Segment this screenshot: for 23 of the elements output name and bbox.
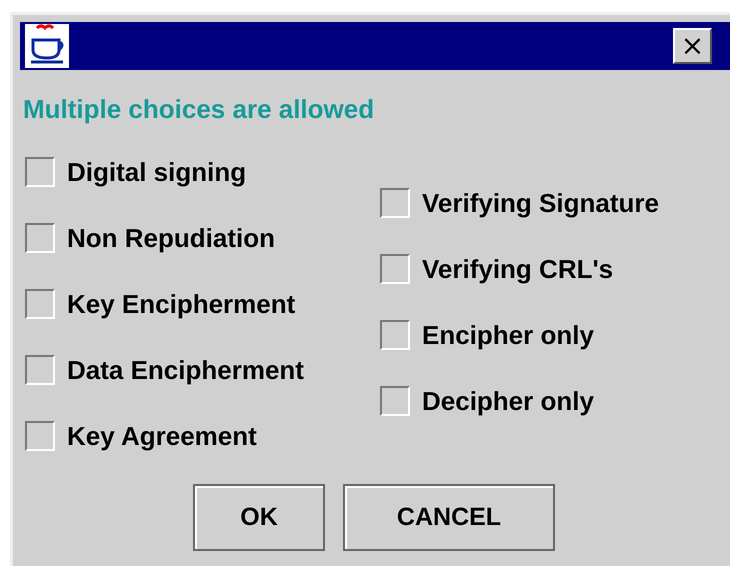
checkbox[interactable] (380, 320, 410, 350)
checkbox-label: Data Encipherment (67, 354, 304, 386)
checkbox-label: Encipher only (422, 320, 594, 350)
checkbox-label: Verifying CRL's (422, 254, 614, 284)
checkbox[interactable] (25, 223, 55, 253)
checkbox[interactable] (25, 289, 55, 319)
checkbox-label: Non Repudiation (67, 222, 275, 254)
checkbox-label: Key Agreement (67, 420, 257, 452)
checkbox[interactable] (25, 421, 55, 451)
ok-button[interactable]: OK (193, 484, 325, 551)
checkbox[interactable] (380, 254, 410, 284)
cancel-button[interactable]: CANCEL (343, 484, 555, 551)
close-button[interactable]: × (673, 28, 712, 64)
checkbox-label: Key Encipherment (67, 288, 296, 320)
instruction-text: Multiple choices are allowed (23, 94, 376, 124)
cup-icon (25, 24, 69, 68)
checkbox-label: Digital signing (67, 156, 246, 188)
checkbox-label: Decipher only (422, 386, 594, 416)
checkbox-label: Verifying Signature (422, 188, 659, 218)
checkbox[interactable] (380, 188, 410, 218)
checkbox[interactable] (25, 157, 55, 187)
checkbox[interactable] (25, 355, 55, 385)
checkbox[interactable] (380, 386, 410, 416)
